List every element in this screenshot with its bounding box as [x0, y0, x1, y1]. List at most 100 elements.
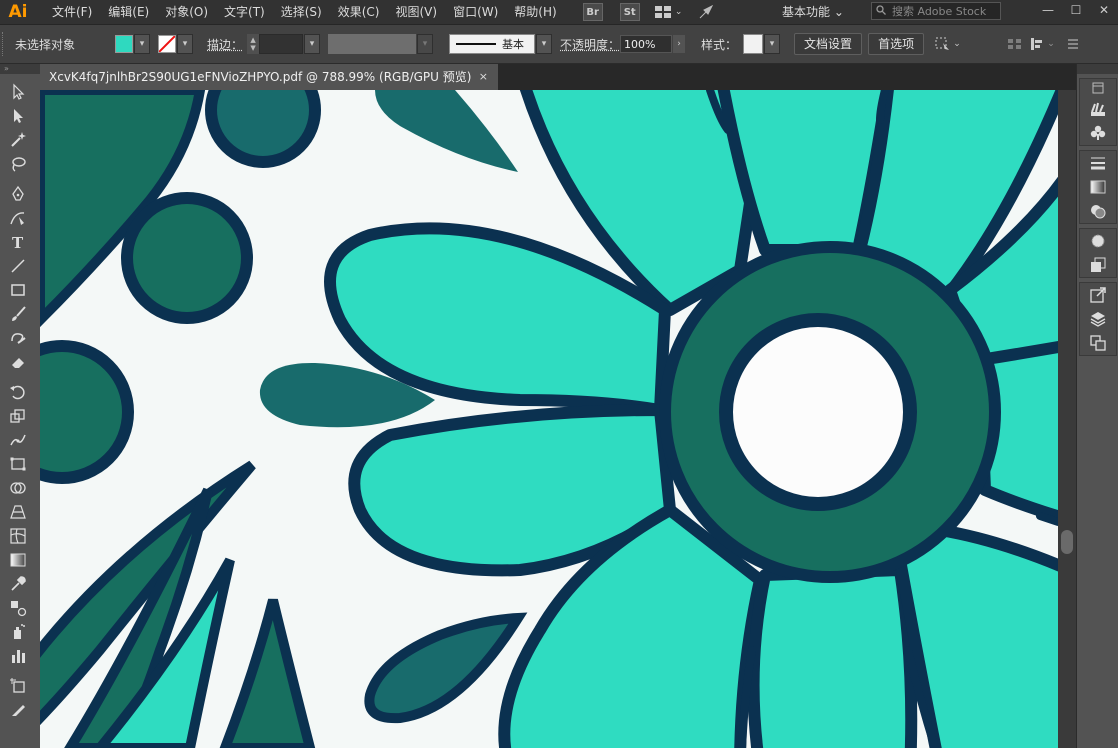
- chevron-down-icon[interactable]: ⌄: [674, 4, 684, 20]
- libraries-icon[interactable]: [1080, 97, 1116, 121]
- opacity-arrow[interactable]: ›: [673, 35, 686, 53]
- free-transform-tool-icon[interactable]: [2, 452, 34, 476]
- column-graph-tool-icon[interactable]: [2, 644, 34, 668]
- gradient-tool-icon[interactable]: [2, 548, 34, 572]
- dot-left-edge: [40, 340, 134, 484]
- gradient-panel-icon[interactable]: [1080, 175, 1116, 199]
- graphic-style-swatch[interactable]: [743, 34, 764, 54]
- transparency-panel-icon[interactable]: [1080, 199, 1116, 223]
- menu-help[interactable]: 帮助(H): [506, 0, 564, 24]
- style-dropdown[interactable]: ▾: [764, 34, 781, 54]
- control-bar: 未选择对象 ▾ ▾ 描边： ▲ ▼ ▾ ▾ 基本 ▾ 不透明度： 100% › 样…: [0, 25, 1118, 64]
- type-tool-icon[interactable]: T: [2, 230, 34, 254]
- perspective-grid-tool-icon[interactable]: [2, 500, 34, 524]
- scale-tool-icon[interactable]: [2, 404, 34, 428]
- menu-file[interactable]: 文件(F): [44, 0, 100, 24]
- menu-type[interactable]: 文字(T): [216, 0, 273, 24]
- right-panel-dock: [1076, 64, 1118, 748]
- stroke-weight-field[interactable]: [259, 34, 304, 54]
- paintbrush-tool-icon[interactable]: [2, 302, 34, 326]
- app-logo: Ai: [8, 2, 28, 22]
- layers-icon[interactable]: [1080, 307, 1116, 331]
- stroke-panel-icon[interactable]: [1080, 151, 1116, 175]
- menu-view[interactable]: 视图(V): [387, 0, 445, 24]
- selection-tool-icon[interactable]: [2, 80, 34, 104]
- chevron-down-icon[interactable]: ⌄: [1046, 36, 1056, 52]
- artboard-canvas[interactable]: [40, 90, 1058, 748]
- brush-definition-label: 基本: [502, 38, 525, 51]
- blend-tool-icon[interactable]: [2, 596, 34, 620]
- stroke-label[interactable]: 描边：: [207, 36, 243, 53]
- menu-object[interactable]: 对象(O): [157, 0, 216, 24]
- export-icon[interactable]: [1080, 283, 1116, 307]
- select-similar-icon[interactable]: [934, 36, 952, 52]
- opacity-label[interactable]: 不透明度：: [560, 36, 620, 53]
- document-setup-button[interactable]: 文档设置: [794, 33, 863, 55]
- panel-grip[interactable]: [2, 32, 9, 56]
- rectangle-tool-icon[interactable]: [2, 278, 34, 302]
- stroke-weight-dropdown[interactable]: ▾: [304, 34, 321, 54]
- menu-effect[interactable]: 效果(C): [330, 0, 388, 24]
- panel-menu-icon[interactable]: [1064, 36, 1082, 52]
- brush-dropdown[interactable]: ▾: [536, 34, 553, 54]
- variable-width-profile[interactable]: [328, 34, 417, 54]
- shaper-tool-icon[interactable]: [2, 326, 34, 350]
- stock-button[interactable]: St: [619, 3, 640, 21]
- magic-wand-tool-icon[interactable]: [2, 128, 34, 152]
- stroke-swatch[interactable]: [158, 35, 176, 53]
- symbols-icon[interactable]: [1080, 121, 1116, 145]
- slice-tool-icon[interactable]: [2, 698, 34, 722]
- maximize-button[interactable]: ☐: [1062, 0, 1090, 20]
- graphic-styles-icon[interactable]: [1080, 253, 1116, 277]
- fill-swatch[interactable]: [115, 35, 133, 53]
- dot-middle: [121, 192, 253, 324]
- document-tab[interactable]: XcvK4fq7jnlhBr2S90UG1eFNVioZHPYO.pdf @ 7…: [40, 64, 498, 90]
- artboard-tool-icon[interactable]: [2, 674, 34, 698]
- menu-edit[interactable]: 编辑(E): [100, 0, 157, 24]
- puppet-warp-tool-icon[interactable]: [2, 428, 34, 452]
- appearance-panel-icon[interactable]: [1080, 229, 1116, 253]
- bridge-button[interactable]: Br: [582, 3, 603, 21]
- align-icon[interactable]: [1006, 36, 1024, 52]
- menu-window[interactable]: 窗口(W): [445, 0, 506, 24]
- gpu-performance-icon[interactable]: [698, 4, 716, 20]
- pen-tool-icon[interactable]: [2, 182, 34, 206]
- tools-panel: » T: [0, 64, 41, 748]
- petal-bottom: [747, 564, 918, 748]
- variable-width-dropdown[interactable]: ▾: [417, 34, 434, 54]
- stroke-weight-stepper[interactable]: ▲ ▼: [247, 34, 260, 54]
- minimize-button[interactable]: —: [1034, 0, 1062, 20]
- dock-header[interactable]: [1077, 64, 1118, 74]
- preferences-button[interactable]: 首选项: [868, 33, 925, 55]
- arrange-documents-icon[interactable]: [654, 4, 672, 20]
- menu-select[interactable]: 选择(S): [273, 0, 330, 24]
- stock-search-input[interactable]: 搜索 Adobe Stock: [871, 2, 1001, 20]
- brush-definition[interactable]: 基本: [449, 34, 536, 54]
- close-tab-icon[interactable]: ×: [479, 64, 488, 90]
- shape-builder-tool-icon[interactable]: [2, 476, 34, 500]
- fill-dropdown[interactable]: ▾: [134, 34, 150, 54]
- rotate-tool-icon[interactable]: [2, 380, 34, 404]
- close-window-button[interactable]: ✕: [1090, 0, 1118, 20]
- line-segment-tool-icon[interactable]: [2, 254, 34, 278]
- stroke-preview-line: [456, 43, 497, 45]
- panel-group-3: [1079, 228, 1117, 278]
- tools-panel-header[interactable]: »: [0, 64, 40, 74]
- eraser-tool-icon[interactable]: [2, 350, 34, 374]
- artboards-icon[interactable]: [1080, 331, 1116, 355]
- mesh-tool-icon[interactable]: [2, 524, 34, 548]
- workspace-switcher[interactable]: 基本功能 ⌄: [782, 0, 844, 24]
- chevron-down-icon[interactable]: ⌄: [952, 36, 962, 52]
- symbol-sprayer-tool-icon[interactable]: [2, 620, 34, 644]
- eyedropper-tool-icon[interactable]: [2, 572, 34, 596]
- flower-artwork[interactable]: [40, 90, 1058, 748]
- stroke-dropdown[interactable]: ▾: [177, 34, 193, 54]
- curvature-tool-icon[interactable]: [2, 206, 34, 230]
- transform-icon[interactable]: [1028, 36, 1046, 52]
- scrollbar-thumb[interactable]: [1061, 530, 1073, 554]
- collapse-icon[interactable]: [1080, 79, 1116, 97]
- direct-selection-tool-icon[interactable]: [2, 104, 34, 128]
- lasso-tool-icon[interactable]: [2, 152, 34, 176]
- opacity-field[interactable]: 100%: [620, 35, 673, 53]
- canvas-vertical-scrollbar[interactable]: [1058, 90, 1076, 748]
